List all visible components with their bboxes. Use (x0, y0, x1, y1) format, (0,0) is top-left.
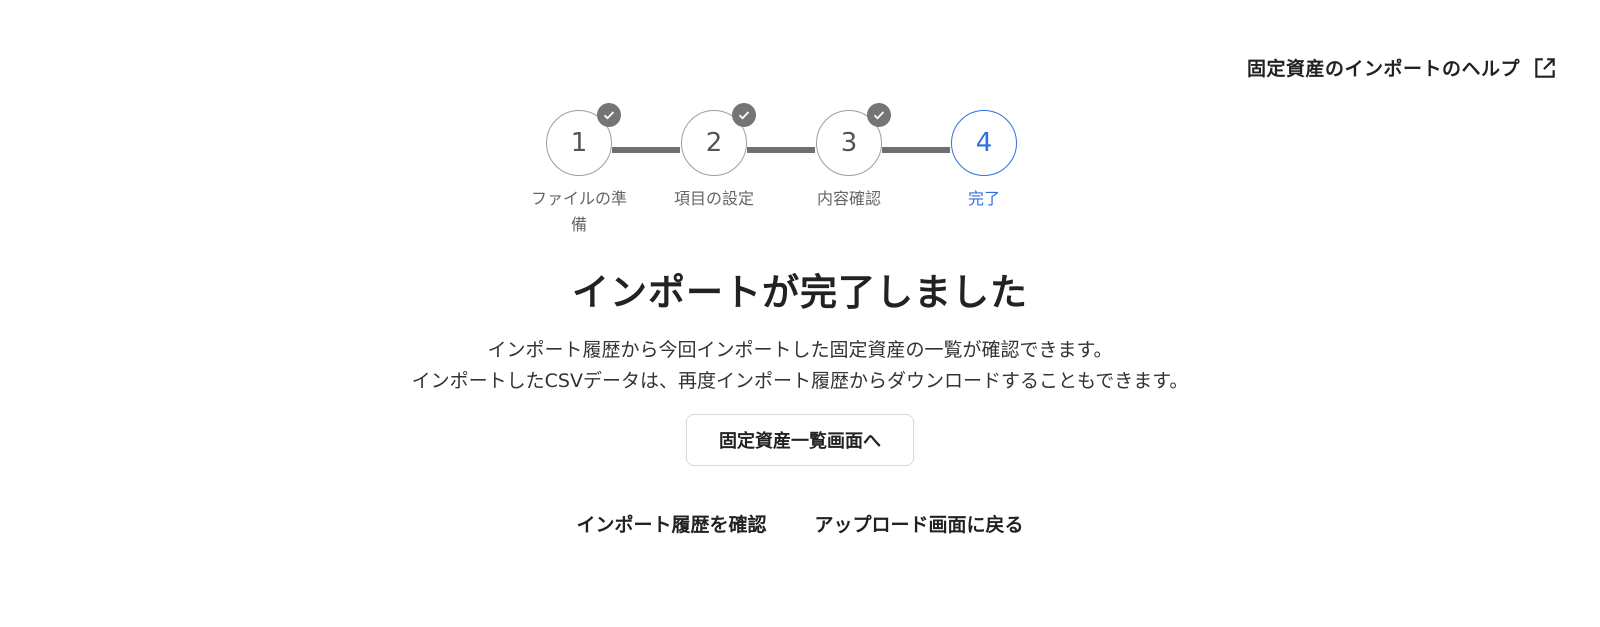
step-label: ファイルの準備 (530, 189, 627, 234)
step-label: 内容確認 (816, 189, 881, 208)
step-label: 項目の設定 (673, 189, 754, 208)
import-history-link[interactable]: インポート履歴を確認 (576, 508, 766, 539)
help-link-label: 固定資産のインポートのヘルプ (1246, 58, 1520, 80)
secondary-links: インポート履歴を確認 アップロード画面に戻る (0, 508, 1600, 539)
step-circle: 1 (546, 103, 621, 176)
step-label: 完了 (967, 189, 1000, 208)
description-line: インポートしたCSVデータは、再度インポート履歴からダウンロードすることもできま… (411, 370, 1189, 392)
step-number: 3 (840, 128, 858, 158)
help-link[interactable]: 固定資産のインポートのヘルプ (1247, 54, 1558, 81)
description-line: インポート履歴から今回インポートした固定資産の一覧が確認できます。 (487, 339, 1113, 361)
step-4: 4 完了 (914, 110, 1054, 212)
asset-list-button[interactable]: 固定資産一覧画面へ (686, 414, 914, 466)
check-icon (867, 103, 891, 127)
import-stepper: 1 ファイルの準備 2 項目の設定 3 内容確認 4 完了 (531, 103, 1050, 250)
step-3: 3 内容確認 (779, 103, 919, 212)
step-number: 4 (975, 128, 993, 158)
step-circle: 4 (951, 110, 1017, 176)
back-to-upload-link[interactable]: アップロード画面に戻る (815, 508, 1024, 539)
step-1: 1 ファイルの準備 (509, 103, 649, 238)
check-icon (597, 103, 621, 127)
step-circle: 3 (816, 103, 891, 176)
step-number: 2 (705, 128, 723, 158)
page-title: インポートが完了しました (572, 271, 1028, 314)
step-number: 1 (570, 128, 588, 158)
check-icon (732, 103, 756, 127)
external-link-icon (1532, 55, 1558, 81)
step-2: 2 項目の設定 (644, 103, 784, 212)
description: インポート履歴から今回インポートした固定資産の一覧が確認できます。 インポートし… (0, 335, 1600, 397)
import-complete-page: 固定資産のインポートのヘルプ 1 ファイルの準備 2 項目の設定 3 内容確認 … (0, 0, 1600, 627)
step-circle: 2 (681, 103, 756, 176)
